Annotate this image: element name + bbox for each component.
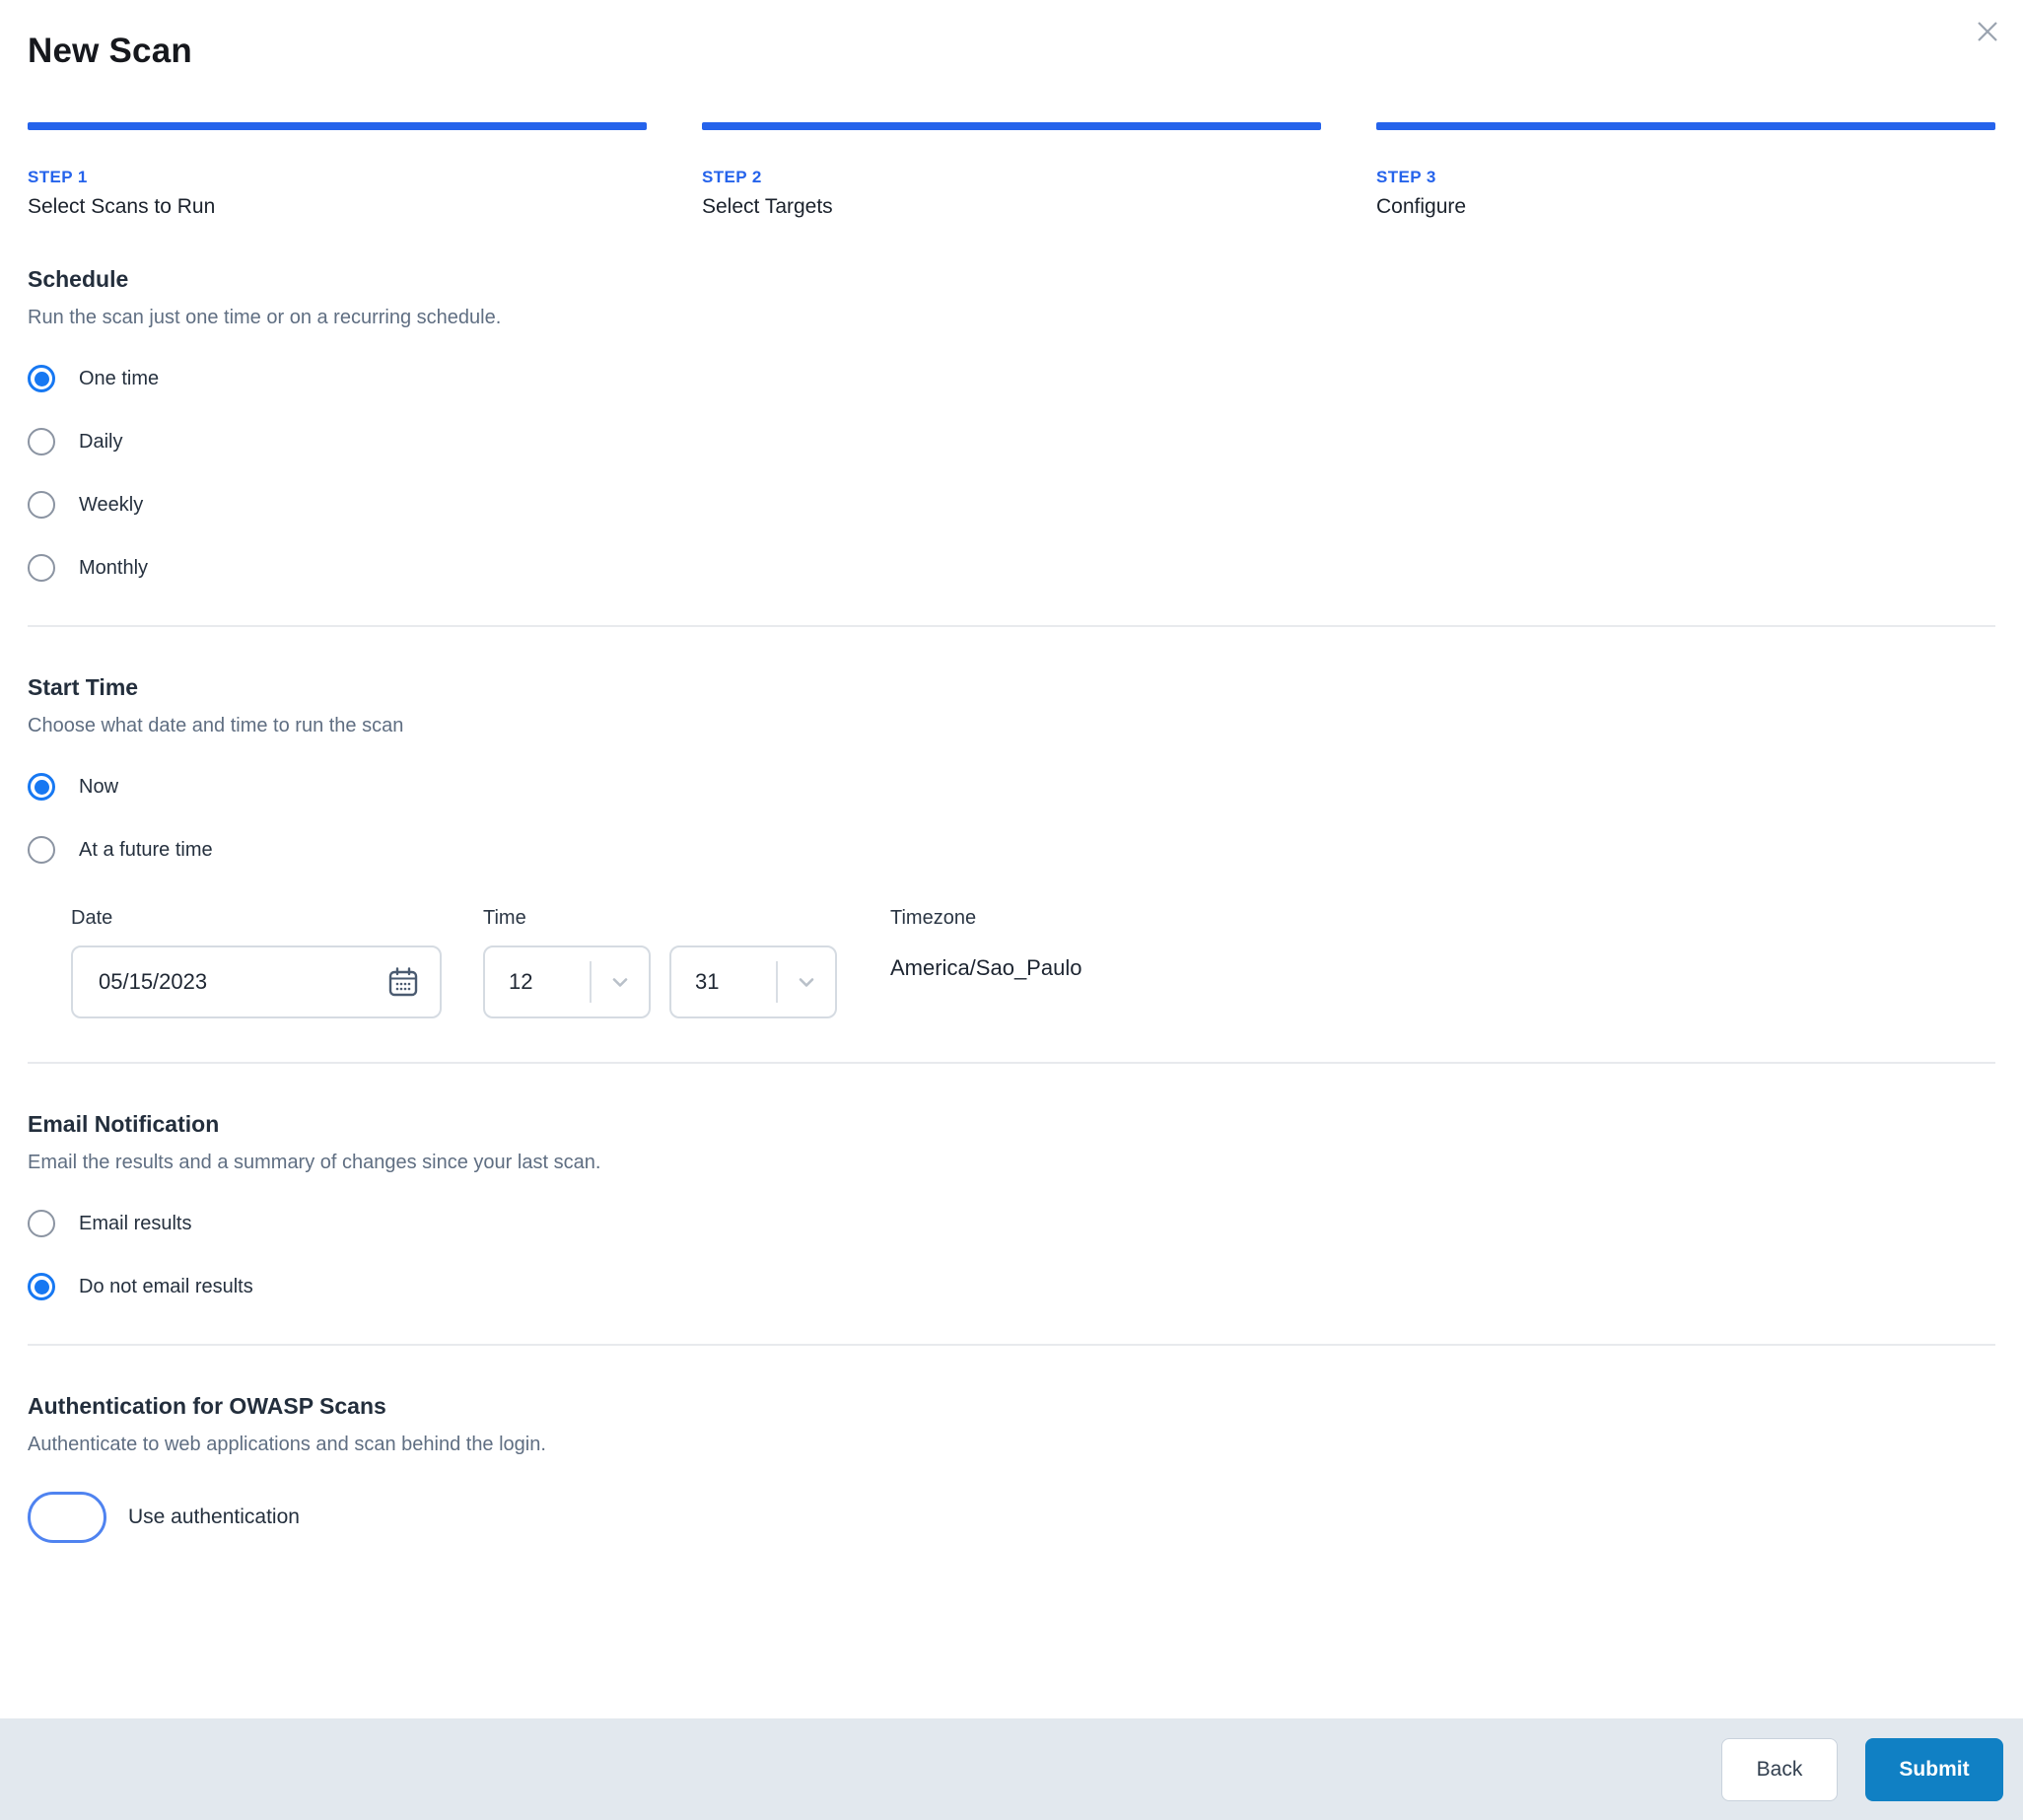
hour-value: 12 [509,969,533,994]
radio-monthly [28,554,55,582]
date-value: 05/15/2023 [99,969,208,994]
start-time-option-future[interactable]: At a future time [28,836,213,864]
use-authentication-toggle-row[interactable]: Use authentication [0,1482,300,1543]
email-notification-section: Email Notification Email the results and… [28,1111,1995,1300]
select-divider [776,961,778,1003]
radio-now-label: Now [79,775,119,798]
authentication-description: Authenticate to web applications and sca… [28,1434,546,1455]
start-time-section: Start Time Choose what date and time to … [28,674,1995,1018]
step-indicator: STEP 1 Select Scans to Run STEP 2 Select… [28,122,1995,219]
date-group: Date 05/15/2023 [71,907,442,1018]
date-input[interactable]: 05/15/2023 [71,945,442,1018]
submit-button[interactable]: Submit [1865,1737,2003,1801]
radio-do-not-email [28,1273,55,1300]
new-scan-dialog: New Scan STEP 1 Select Scans to Run STEP… [0,0,2023,1718]
date-label: Date [71,907,113,929]
start-time-heading: Start Time [28,674,139,700]
back-button[interactable]: Back [1721,1737,1838,1801]
start-time-description: Choose what date and time to run the sca… [28,715,404,736]
email-notification-description: Email the results and a summary of chang… [28,1152,601,1173]
radio-future-time-label: At a future time [79,838,213,861]
radio-future-time [28,836,55,864]
divider [28,1344,1995,1346]
toggle-knob [0,1482,30,1513]
schedule-option-monthly[interactable]: Monthly [28,554,148,582]
email-notification-heading: Email Notification [28,1111,220,1137]
radio-now [28,773,55,801]
dialog-footer: Back Submit [0,1718,2023,1820]
step-3-progress-bar [1376,122,1995,130]
radio-daily [28,428,55,455]
radio-weekly-label: Weekly [79,493,144,516]
chevron-down-icon [794,969,819,995]
step-3-title: Configure [1376,195,1467,218]
select-divider [590,961,592,1003]
radio-do-not-email-label: Do not email results [79,1275,253,1297]
close-icon [1974,18,2001,45]
time-label: Time [483,907,526,929]
step-2-label: STEP 2 [702,168,762,186]
authentication-heading: Authentication for OWASP Scans [28,1393,386,1419]
authentication-section: Authentication for OWASP Scans Authentic… [0,1393,1995,1543]
schedule-option-daily[interactable]: Daily [28,428,122,455]
radio-daily-label: Daily [79,430,123,453]
radio-weekly [28,491,55,519]
divider [28,625,1995,627]
hour-select[interactable]: 12 [483,945,651,1018]
step-1[interactable]: STEP 1 Select Scans to Run [28,122,647,219]
page-title: New Scan [28,32,192,70]
email-results-option[interactable]: Email results [28,1210,191,1237]
step-1-label: STEP 1 [28,168,88,186]
step-3[interactable]: STEP 3 Configure [1376,122,1995,219]
future-time-fields: Date 05/15/2023 Time 12 31 Timezone Amer… [71,907,1995,1018]
close-button[interactable] [1966,10,2009,53]
radio-one-time [28,365,55,392]
schedule-heading: Schedule [28,266,129,292]
radio-email-results [28,1210,55,1237]
use-authentication-label: Use authentication [128,1505,300,1528]
schedule-section: Schedule Run the scan just one time or o… [28,266,1995,582]
step-3-label: STEP 3 [1376,168,1436,186]
timezone-label: Timezone [890,907,977,929]
step-2-progress-bar [702,122,1321,130]
chevron-down-icon [607,969,633,995]
step-2-title: Select Targets [702,195,833,218]
divider [28,1062,1995,1064]
start-time-option-now[interactable]: Now [28,773,118,801]
step-1-progress-bar [28,122,647,130]
timezone-group: Timezone America/Sao_Paulo [890,907,1081,981]
radio-one-time-label: One time [79,367,160,389]
calendar-icon [386,965,420,999]
schedule-option-weekly[interactable]: Weekly [28,491,143,519]
radio-email-results-label: Email results [79,1212,192,1234]
use-authentication-toggle[interactable] [0,1482,106,1543]
schedule-description: Run the scan just one time or on a recur… [28,307,502,328]
radio-monthly-label: Monthly [79,556,149,579]
calendar-picker-button[interactable] [386,965,420,999]
time-group: Time 12 31 [483,907,837,1018]
minute-select[interactable]: 31 [669,945,837,1018]
step-2[interactable]: STEP 2 Select Targets [702,122,1321,219]
do-not-email-results-option[interactable]: Do not email results [28,1273,253,1300]
timezone-value: America/Sao_Paulo [890,955,1082,980]
minute-value: 31 [695,969,720,994]
step-1-title: Select Scans to Run [28,195,216,218]
schedule-option-one-time[interactable]: One time [28,365,159,392]
